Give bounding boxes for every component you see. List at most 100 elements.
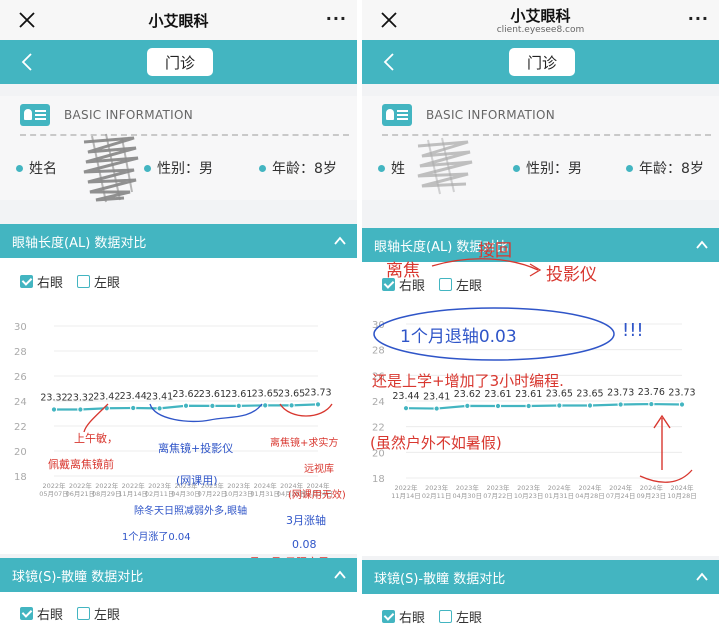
dashed-divider <box>20 134 349 136</box>
left-eye-checkbox[interactable] <box>77 275 91 288</box>
left-eye-checkbox[interactable] <box>77 607 91 620</box>
data-label: 23.41 <box>146 391 173 402</box>
gender-value: 性别：男 <box>157 161 213 177</box>
app-title: 小艾眼科 <box>148 11 209 30</box>
basic-info-header: BASIC INFORMATION <box>382 104 555 126</box>
x-tick-date: 02月11日 <box>422 492 452 500</box>
data-point[interactable] <box>314 401 322 408</box>
left-phone-screen: 小艾眼科 ··· 门诊 BASIC INFORMATION 姓名 性别：男 年龄… <box>0 0 357 636</box>
data-point[interactable] <box>586 402 594 409</box>
data-point[interactable] <box>235 402 242 409</box>
axial-length-section-header[interactable]: 眼轴长度(AL) 数据对比 <box>362 228 719 262</box>
right-phone-screen: 小艾眼科 client.eyesee8.com ··· 门诊 BASIC INF… <box>362 0 719 636</box>
data-point[interactable] <box>648 400 655 408</box>
data-point[interactable] <box>209 402 216 409</box>
left-eye-checkbox[interactable] <box>439 610 453 623</box>
y-tick-label: 30 <box>372 320 385 331</box>
right-eye-label[interactable]: 右眼 <box>37 604 63 623</box>
y-tick-label: 24 <box>14 397 27 408</box>
x-tick-date: 07月24日 <box>303 490 333 498</box>
data-point[interactable] <box>182 402 190 409</box>
axial-length-section-header[interactable]: 眼轴长度(AL) 数据对比 <box>0 224 357 258</box>
eye-toggle-row: 右眼 左眼 <box>382 275 496 294</box>
series-line <box>405 402 683 410</box>
chevron-up-icon[interactable] <box>695 570 709 584</box>
data-point[interactable] <box>556 402 563 409</box>
data-point[interactable] <box>402 405 410 412</box>
x-tick-year: 2024年 <box>609 483 633 492</box>
id-card-icon <box>20 104 50 126</box>
x-tick-year: 2024年 <box>578 483 602 492</box>
basic-info-header: BASIC INFORMATION <box>20 104 193 126</box>
chevron-up-icon[interactable] <box>333 234 347 248</box>
more-options-icon[interactable]: ··· <box>326 9 347 28</box>
data-point[interactable] <box>494 402 502 410</box>
axial-length-chart: 1820222426283023.322022年05月07日23.322022年… <box>14 322 333 498</box>
x-tick-date: 11月14日 <box>118 490 148 498</box>
data-point[interactable] <box>288 402 295 409</box>
y-tick-label: 24 <box>372 397 385 408</box>
close-icon[interactable] <box>376 7 402 33</box>
data-point[interactable] <box>525 402 532 410</box>
sphere-section-header[interactable]: 球镜(S)-散瞳 数据对比 <box>362 560 719 594</box>
right-eye-label[interactable]: 右眼 <box>399 275 425 294</box>
age-value: 年龄：8岁 <box>639 161 704 177</box>
data-point[interactable] <box>156 405 163 412</box>
app-title: 小艾眼科 <box>510 7 571 25</box>
data-point[interactable] <box>464 402 471 409</box>
basic-info-title: BASIC INFORMATION <box>426 108 556 122</box>
x-tick-date: 04月28日 <box>277 490 307 498</box>
data-label: 23.42 <box>93 391 120 402</box>
sphere-section-header[interactable]: 球镜(S)-散瞳 数据对比 <box>0 558 357 592</box>
data-label: 23.61 <box>225 389 252 400</box>
y-tick-label: 18 <box>372 474 385 485</box>
x-tick-date: 09月23日 <box>637 492 667 500</box>
left-eye-label[interactable]: 左眼 <box>94 272 120 291</box>
data-point[interactable] <box>130 404 137 412</box>
x-tick-year: 2024年 <box>306 481 330 490</box>
left-eye-label[interactable]: 左眼 <box>456 275 482 294</box>
data-label: 23.73 <box>668 387 695 398</box>
x-tick-date: 02月11日 <box>145 490 175 498</box>
y-tick-label: 20 <box>14 447 27 458</box>
x-tick-date: 11月14日 <box>391 492 421 500</box>
back-arrow-icon[interactable] <box>380 51 400 73</box>
bullet-dot <box>378 164 385 172</box>
right-eye-checkbox[interactable] <box>20 607 33 620</box>
chevron-up-icon[interactable] <box>695 238 709 252</box>
data-point[interactable] <box>678 401 686 408</box>
sphere-title: 球镜(S)-散瞳 数据对比 <box>12 569 144 585</box>
x-tick-year: 2023年 <box>174 481 198 490</box>
left-eye-checkbox[interactable] <box>439 278 453 291</box>
x-tick-year: 2024年 <box>548 483 572 492</box>
data-point[interactable] <box>262 402 269 409</box>
basic-info-card: BASIC INFORMATION 姓名 性别：男 年龄：8岁 <box>0 96 357 200</box>
right-eye-checkbox[interactable] <box>382 610 395 623</box>
data-point[interactable] <box>50 406 58 413</box>
left-eye-label[interactable]: 左眼 <box>94 604 120 623</box>
more-options-icon[interactable]: ··· <box>688 9 709 28</box>
basic-info-title: BASIC INFORMATION <box>64 108 194 122</box>
app-domain: client.eyesee8.com <box>496 25 585 35</box>
right-eye-checkbox[interactable] <box>20 275 33 288</box>
x-tick-date: 10月23日 <box>514 492 544 500</box>
axial-length-chart-area: 18 20 22 24 26 28 30 23.32 2022年 05月07日 23.32 2022年… <box>0 302 357 554</box>
left-eye-label[interactable]: 左眼 <box>456 607 482 626</box>
x-tick-date: 08月29日 <box>92 490 122 498</box>
right-eye-label[interactable]: 右眼 <box>37 272 63 291</box>
bullet-dot <box>513 164 520 172</box>
data-point[interactable] <box>103 405 110 412</box>
close-icon[interactable] <box>14 7 40 33</box>
data-label: 23.44 <box>120 391 147 402</box>
data-label: 23.44 <box>392 391 419 402</box>
data-point[interactable] <box>433 405 440 412</box>
x-tick-year: 2023年 <box>517 483 541 492</box>
right-eye-label[interactable]: 右眼 <box>399 607 425 626</box>
data-point[interactable] <box>617 401 624 408</box>
chevron-up-icon[interactable] <box>333 568 347 582</box>
data-point[interactable] <box>77 406 84 413</box>
x-tick-year: 2024年 <box>640 483 664 492</box>
y-tick-label: 26 <box>372 371 385 382</box>
back-arrow-icon[interactable] <box>18 51 38 73</box>
right-eye-checkbox[interactable] <box>382 278 395 291</box>
